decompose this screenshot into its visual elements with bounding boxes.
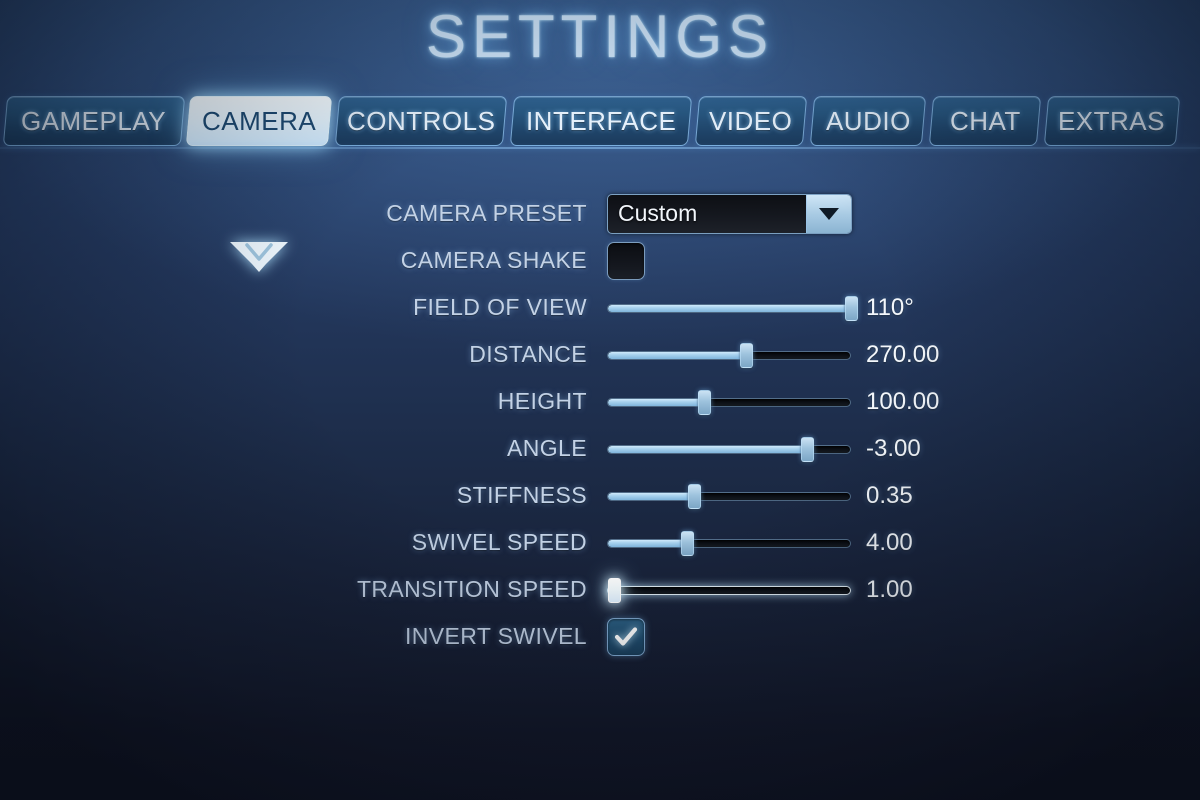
slider-fill — [608, 492, 696, 500]
setting-label: INVERT SWIVEL — [404, 623, 587, 649]
tab-label: CONTROLS — [346, 105, 496, 136]
setting-row: ANGLE -3.00 — [0, 425, 1200, 472]
slider-value: 110° — [866, 293, 914, 321]
slider-value: -3.00 — [866, 434, 921, 462]
slider-handle[interactable] — [739, 342, 753, 368]
slider-handle[interactable] — [698, 389, 712, 415]
setting-row: SWIVEL SPEED 4.00 — [0, 519, 1200, 566]
dropdown-selected-value: Custom — [618, 200, 698, 226]
setting-control — [607, 434, 851, 464]
slider-value: 270.00 — [866, 340, 940, 368]
tab-label: VIDEO — [709, 105, 793, 136]
tab-audio[interactable]: AUDIO — [809, 96, 927, 146]
tab-label: CAMERA — [201, 105, 317, 136]
setting-row: CAMERA PRESET Custom — [0, 190, 1200, 237]
setting-label: TRANSITION SPEED — [356, 576, 587, 602]
setting-control — [607, 241, 645, 280]
setting-control — [607, 575, 851, 605]
setting-row: INVERT SWIVEL — [0, 613, 1200, 660]
setting-row: TRANSITION SPEED 1.00 — [0, 566, 1200, 613]
setting-label: CAMERA PRESET — [386, 200, 587, 226]
slider-track[interactable] — [607, 350, 851, 360]
tab-label: GAMEPLAY — [21, 105, 167, 136]
slider[interactable] — [607, 528, 851, 558]
slider-track[interactable] — [607, 303, 851, 313]
slider[interactable] — [607, 434, 851, 464]
tab-bar: GAMEPLAY CAMERA CONTROLS INTERFACE VIDEO AUDI… — [0, 96, 1200, 272]
tab-interface[interactable]: INTERFACE — [509, 96, 693, 146]
settings-screen: SETTINGS GAMEPLAY CAMERA CONTROLS INTERFACE… — [0, 0, 1200, 800]
setting-label: STIFFNESS — [456, 482, 587, 508]
setting-control — [607, 293, 858, 323]
slider[interactable] — [607, 387, 851, 417]
tab-extras[interactable]: EXTRAS — [1043, 96, 1181, 146]
slider-track[interactable] — [607, 397, 851, 407]
setting-row: FIELD OF VIEW 110° — [0, 284, 1200, 331]
slider-fill — [608, 304, 850, 312]
tab-chat[interactable]: CHAT — [928, 96, 1042, 146]
slider-value: 1.00 — [866, 575, 913, 603]
slider-handle[interactable] — [800, 436, 814, 462]
checkbox-checked[interactable] — [607, 617, 645, 656]
slider-value: 0.35 — [866, 481, 913, 509]
tab-video[interactable]: VIDEO — [694, 96, 808, 146]
tab-label: AUDIO — [825, 105, 911, 136]
slider[interactable] — [607, 340, 851, 370]
slider-handle[interactable] — [688, 483, 702, 509]
tab-label: INTERFACE — [525, 105, 677, 136]
slider-fill — [608, 351, 746, 359]
setting-label: SWIVEL SPEED — [411, 529, 587, 555]
checkbox-unchecked[interactable] — [607, 241, 645, 280]
slider-track[interactable] — [607, 444, 851, 454]
slider[interactable] — [607, 481, 851, 511]
setting-control — [607, 528, 851, 558]
setting-row: HEIGHT 100.00 — [0, 378, 1200, 425]
slider-value: 100.00 — [866, 387, 940, 415]
slider-track[interactable] — [607, 585, 851, 595]
setting-control — [607, 387, 851, 417]
settings-list: CAMERA PRESET Custom CAMERA SHAKE FIELD OF … — [0, 190, 1200, 660]
setting-control — [607, 617, 645, 656]
setting-label: FIELD OF VIEW — [413, 294, 587, 320]
slider-fill — [608, 398, 705, 406]
slider-track[interactable] — [607, 491, 851, 501]
slider[interactable] — [607, 293, 858, 323]
camera-preset-dropdown[interactable]: Custom — [607, 193, 852, 234]
setting-row: CAMERA SHAKE — [0, 237, 1200, 284]
setting-label: CAMERA SHAKE — [400, 247, 587, 273]
setting-control: Custom — [607, 193, 852, 234]
checkmark-icon — [614, 626, 638, 646]
slider-track[interactable] — [607, 538, 851, 548]
tab-underline — [0, 147, 1200, 149]
slider-handle[interactable] — [681, 530, 695, 556]
page-title: SETTINGS — [425, 3, 775, 70]
setting-label: HEIGHT — [497, 388, 587, 414]
tab-controls[interactable]: CONTROLS — [334, 96, 508, 146]
setting-label: DISTANCE — [469, 341, 587, 367]
slider-value: 4.00 — [866, 528, 913, 556]
setting-control — [607, 481, 851, 511]
slider-fill — [608, 445, 807, 453]
slider-fill — [608, 539, 688, 547]
tab-label: CHAT — [949, 105, 1021, 136]
tab-camera[interactable]: CAMERA — [185, 96, 333, 146]
setting-label: ANGLE — [507, 435, 587, 461]
slider-handle[interactable] — [607, 577, 621, 603]
tab-label: EXTRAS — [1058, 105, 1166, 136]
setting-control — [607, 340, 851, 370]
chevron-down-icon[interactable] — [806, 194, 851, 233]
slider[interactable] — [607, 575, 851, 605]
setting-row: STIFFNESS 0.35 — [0, 472, 1200, 519]
setting-row: DISTANCE 270.00 — [0, 331, 1200, 378]
tab-gameplay[interactable]: GAMEPLAY — [2, 96, 186, 146]
slider-handle[interactable] — [844, 295, 858, 321]
